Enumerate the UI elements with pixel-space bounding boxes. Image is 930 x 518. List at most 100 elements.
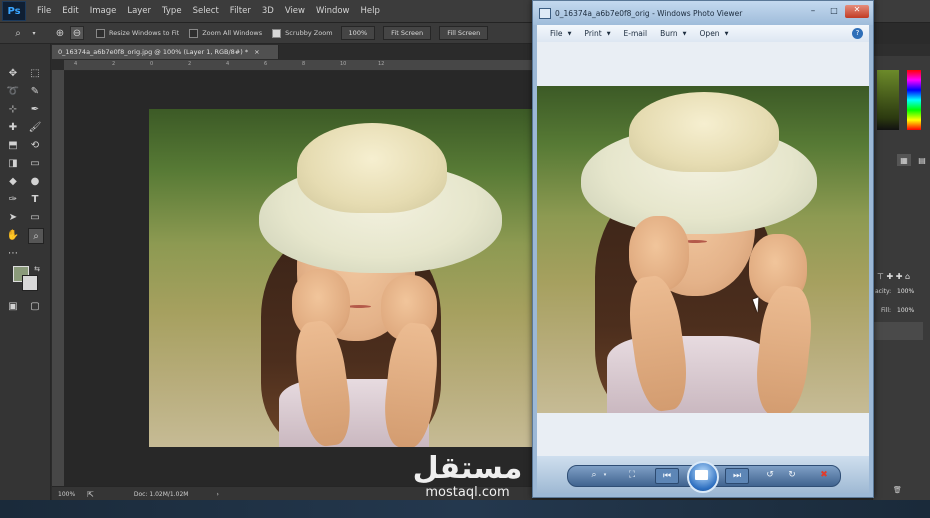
help-icon[interactable]: ?	[852, 28, 863, 39]
quick-mask-icon[interactable]: ▣	[6, 299, 20, 313]
trash-icon[interactable]: 🗑	[893, 486, 930, 496]
menu-select[interactable]: Select	[193, 6, 219, 16]
menu-view[interactable]: View	[285, 6, 305, 16]
zoom-tool-selected-icon[interactable]: ⌕	[28, 228, 44, 244]
checkbox-box[interactable]	[189, 28, 199, 38]
path-select-icon[interactable]: ➤	[6, 210, 20, 224]
photo-hat-crown	[629, 92, 779, 172]
watermark-latin: mostaql.com	[425, 485, 510, 500]
layer-lock-icons[interactable]: ⊤ ✚ ✚ ⌂	[877, 270, 930, 282]
rotate-left-icon[interactable]: ↺	[763, 469, 777, 481]
slideshow-button[interactable]	[687, 461, 719, 493]
resize-windows-checkbox[interactable]: Resize Windows to Fit	[96, 28, 179, 38]
zoom-level[interactable]: 100%	[58, 491, 75, 498]
dodge-tool-icon[interactable]: ●	[28, 174, 42, 188]
swap-colors-icon[interactable]: ⇆	[30, 262, 44, 276]
pv-menu-file[interactable]: File ▼	[550, 29, 571, 38]
healing-brush-icon[interactable]: ✚	[6, 120, 20, 134]
menu-type[interactable]: Type	[162, 6, 182, 16]
crop-tool-icon[interactable]: ⊹	[6, 102, 20, 116]
photo-shirt	[607, 336, 772, 413]
opacity-value[interactable]: 100%	[897, 288, 914, 295]
brush-tool-icon[interactable]: 🖌	[28, 120, 42, 134]
close-window-icon[interactable]: ✕	[845, 5, 869, 18]
pen-tool-icon[interactable]: ✑	[6, 192, 20, 206]
minimize-icon[interactable]: –	[803, 6, 823, 18]
pv-menu-open[interactable]: Open ▼	[700, 29, 729, 38]
maximize-icon[interactable]: □	[824, 6, 844, 18]
status-arrow-icon[interactable]: ›	[216, 491, 218, 498]
fill-screen-button[interactable]: Fill Screen	[439, 26, 489, 40]
document-tab[interactable]: 0_16374a_a6b7e0f8_orig.jpg @ 100% (Layer…	[52, 45, 279, 59]
zoom-100-button[interactable]: 100%	[340, 26, 376, 40]
pv-menu-print[interactable]: Print ▼	[584, 29, 610, 38]
checkbox-box[interactable]	[96, 28, 105, 38]
move-tool-icon[interactable]: ✥	[6, 66, 20, 80]
layer-row[interactable]	[873, 322, 923, 340]
zoom-out-icon[interactable]: ⊖	[70, 26, 84, 40]
photo-viewer-window[interactable]: 0_16374a_a6b7e0f8_orig - Windows Photo V…	[532, 0, 874, 498]
photo-mouth	[347, 305, 371, 308]
ruler-tick: 2	[112, 61, 116, 67]
marquee-tool-icon[interactable]: ⬚	[28, 66, 42, 80]
photo-viewer-canvas[interactable]	[537, 42, 869, 456]
fit-screen-button[interactable]: Fit Screen	[383, 26, 432, 40]
hue-slider[interactable]	[907, 70, 921, 130]
zoom-icon[interactable]: ⌕	[587, 469, 601, 481]
opacity-label: acity:	[875, 288, 892, 295]
lasso-tool-icon[interactable]: ➰	[6, 84, 20, 98]
history-brush-icon[interactable]: ⟲	[28, 138, 42, 152]
window-title: 0_16374a_a6b7e0f8_orig - Windows Photo V…	[555, 8, 743, 18]
scrubby-zoom-checkbox[interactable]: Scrubby Zoom	[272, 28, 333, 38]
actual-size-icon[interactable]: ⛶	[625, 469, 639, 481]
gradient-tool-icon[interactable]: ▭	[28, 156, 42, 170]
zoom-tool-icon[interactable]: ⌕	[12, 27, 24, 39]
menu-filter[interactable]: Filter	[230, 6, 251, 16]
more-tools-icon[interactable]: ⋯	[6, 246, 20, 260]
next-icon[interactable]: ⏭	[725, 468, 749, 484]
pv-menu-email[interactable]: E-mail	[624, 29, 648, 38]
eraser-tool-icon[interactable]: ◨	[6, 156, 20, 170]
app-icon	[539, 7, 551, 19]
delete-icon[interactable]: ✖	[817, 469, 831, 481]
clone-stamp-icon[interactable]: ⬒	[6, 138, 20, 152]
menu-image[interactable]: Image	[90, 6, 117, 16]
menu-help[interactable]: Help	[361, 6, 380, 16]
fill-value[interactable]: 100%	[897, 307, 914, 314]
zoom-all-windows-checkbox[interactable]: Zoom All Windows	[189, 28, 262, 38]
grid-icon[interactable]: ▦	[897, 154, 911, 166]
ruler-tick: 6	[264, 61, 268, 67]
ruler-tick: 12	[378, 61, 385, 67]
shape-tool-icon[interactable]: ▭	[28, 210, 42, 224]
quick-select-tool-icon[interactable]: ✎	[28, 84, 42, 98]
slideshow-icon	[695, 470, 708, 480]
rotate-right-icon[interactable]: ↻	[785, 469, 799, 481]
eyedropper-tool-icon[interactable]: ✒	[28, 102, 42, 116]
list-icon[interactable]: ▤	[915, 154, 929, 166]
share-icon[interactable]: ⇱	[87, 490, 94, 499]
previous-icon[interactable]: ⏮	[655, 468, 679, 484]
type-tool-icon[interactable]: T	[28, 192, 42, 206]
photo-viewer-titlebar[interactable]: 0_16374a_a6b7e0f8_orig - Windows Photo V…	[533, 1, 873, 25]
menu-window[interactable]: Window	[316, 6, 350, 16]
pv-menu-burn[interactable]: Burn ▼	[660, 29, 686, 38]
checkbox-box-checked[interactable]	[272, 28, 282, 38]
zoom-in-icon[interactable]: ⊕	[54, 27, 66, 39]
chevron-down-icon[interactable]: ▾	[28, 27, 40, 39]
viewer-photo[interactable]	[537, 86, 869, 413]
background-color-swatch[interactable]	[22, 275, 38, 291]
photo-canvas[interactable]	[149, 109, 532, 447]
screen-mode-icon[interactable]: ▢	[28, 299, 42, 313]
chevron-down-icon[interactable]: ▾	[601, 469, 609, 481]
caret-down-icon: ▼	[682, 30, 687, 37]
color-field[interactable]	[877, 70, 899, 130]
photo-viewer-menubar: File ▼ Print ▼ E-mail Burn ▼ Open ▼ ?	[537, 25, 869, 43]
close-tab-icon[interactable]: ×	[254, 48, 259, 56]
canvas-area[interactable]	[64, 71, 532, 486]
menu-layer[interactable]: Layer	[127, 6, 151, 16]
menu-3d[interactable]: 3D	[262, 6, 274, 16]
menu-file[interactable]: File	[37, 6, 51, 16]
blur-tool-icon[interactable]: ◆	[6, 174, 20, 188]
hand-tool-icon[interactable]: ✋	[6, 228, 20, 242]
menu-edit[interactable]: Edit	[62, 6, 78, 16]
